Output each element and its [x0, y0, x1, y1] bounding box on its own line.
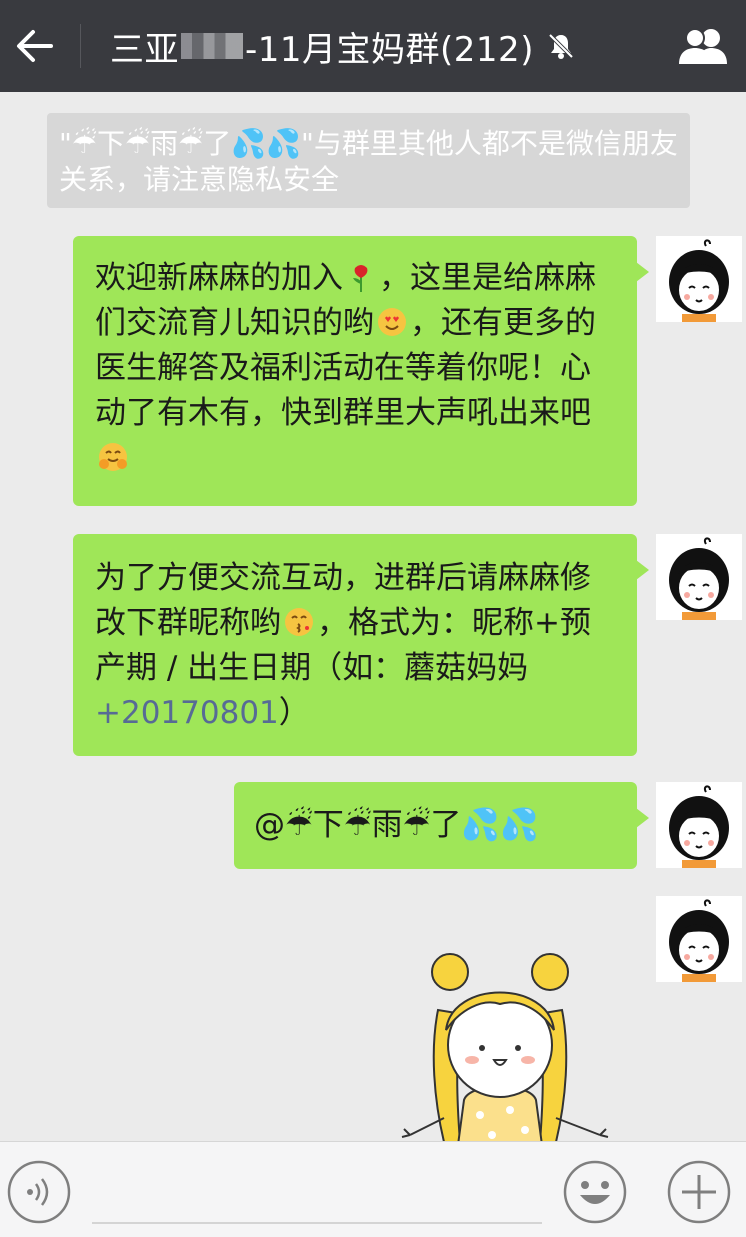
- notice-sender: ☔下☔雨☔了💦💦: [71, 127, 301, 160]
- phone-link[interactable]: +20170801: [95, 695, 279, 731]
- more-button[interactable]: [666, 1159, 732, 1225]
- avatar[interactable]: [656, 896, 742, 982]
- arrow-left-icon: [17, 30, 53, 62]
- heart-eyes-icon: [378, 308, 406, 336]
- redacted-text: [181, 33, 243, 59]
- header-divider: [80, 24, 81, 68]
- back-button[interactable]: [0, 0, 70, 92]
- voice-button[interactable]: [6, 1159, 72, 1225]
- sticker-message[interactable]: [400, 950, 620, 1146]
- emoji-button[interactable]: [562, 1159, 628, 1225]
- kiss-face-icon: [285, 608, 313, 636]
- girl-avatar-icon: [656, 534, 742, 620]
- blonde-girl-sticker-icon: [401, 953, 609, 1146]
- emoji-icon: [563, 1160, 627, 1224]
- message-bubble[interactable]: 欢迎新麻麻的加入 ，这里是给麻麻们交流育儿知识的哟 ，还有更多的医生解答及福利活动在…: [73, 236, 649, 506]
- message-text: ）: [278, 695, 310, 731]
- chat-title: 三亚 -11月宝妈群(212): [110, 0, 630, 92]
- rose-icon: [353, 265, 368, 292]
- avatar[interactable]: [656, 236, 742, 322]
- girl-avatar-icon: [656, 236, 742, 322]
- girl-avatar-icon: [656, 782, 742, 868]
- message-bubble[interactable]: 为了方便交流互动，进群后请麻麻修改下群昵称哟 ，格式为：昵称+预产期 / 出生日期…: [73, 534, 649, 756]
- message-text: 欢迎新麻麻的加入: [95, 260, 343, 296]
- title-prefix: 三亚: [110, 29, 179, 70]
- girl-avatar-icon: [656, 896, 742, 982]
- plus-icon: [667, 1160, 731, 1224]
- hug-face-icon: [99, 443, 127, 471]
- mention-text: @☔下☔雨☔了💦💦: [254, 807, 539, 843]
- privacy-notice: "☔下☔雨☔了💦💦"与群里其他人都不是微信朋友关系，请注意隐私安全: [47, 113, 690, 208]
- chat-header: 三亚 -11月宝妈群(212): [0, 0, 746, 92]
- avatar[interactable]: [656, 534, 742, 620]
- voice-icon: [7, 1160, 71, 1224]
- avatar[interactable]: [656, 782, 742, 868]
- title-suffix: -11月宝妈群(212): [245, 29, 534, 70]
- message-input[interactable]: [92, 1162, 542, 1224]
- input-bar: [0, 1141, 746, 1237]
- group-members-icon: [679, 28, 727, 64]
- group-members-button[interactable]: [668, 0, 738, 92]
- bell-off-icon: [546, 31, 576, 61]
- message-bubble[interactable]: @☔下☔雨☔了💦💦: [234, 782, 649, 869]
